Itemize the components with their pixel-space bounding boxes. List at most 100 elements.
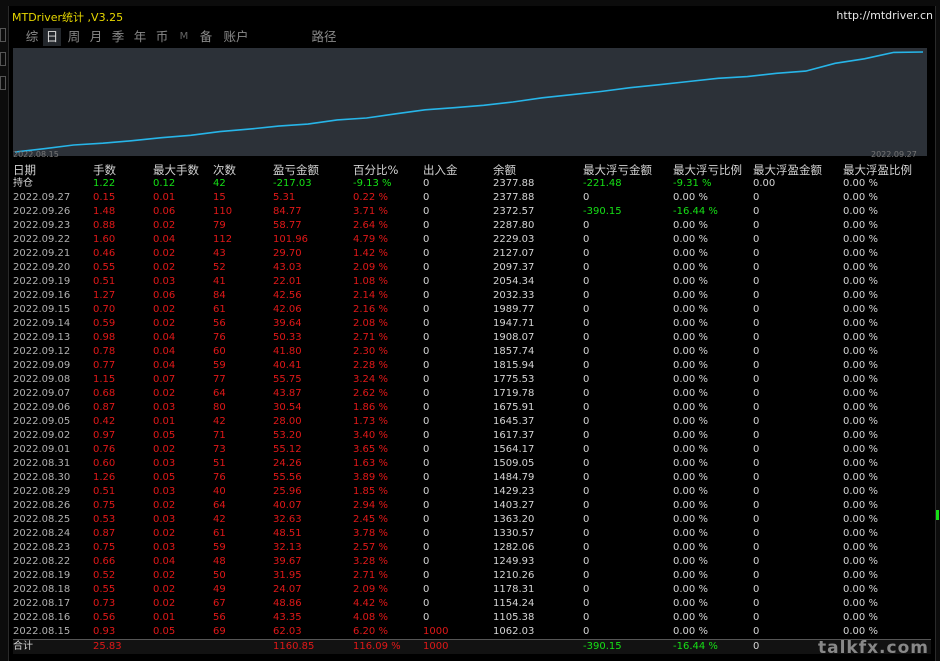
table-row: 2022.08.24 0.87 0.02 61 48.51 3.78 % 0 1330.57 0…: [13, 527, 931, 541]
cell-max-float-loss-pct: 0.00 %: [673, 374, 708, 385]
cell-max-float-profit: 0: [753, 626, 760, 637]
cell-pnl: 58.77: [273, 220, 302, 231]
cell-balance: 1908.07: [493, 332, 535, 343]
cell-deposit: 0: [423, 500, 430, 511]
website-link[interactable]: http://mtdriver.cn: [836, 9, 933, 22]
cell-balance: 1564.17: [493, 444, 535, 455]
cell-count: 49: [213, 584, 226, 595]
cell-date: 2022.08.29: [13, 486, 71, 497]
table-header-row: 日期 手数 最大手数 次数 盈亏金额 百分比% 出入金 余额 最大浮亏金额 最大浮亏比例 最大浮盈金…: [13, 163, 931, 177]
cell-percent: 百分比%: [353, 163, 399, 177]
cell-date: 2022.08.26: [13, 500, 71, 511]
cell-date: 2022.08.22: [13, 556, 71, 567]
cell-percent: 2.71 %: [353, 332, 388, 343]
cell-deposit: 0: [423, 332, 430, 343]
cell-pnl: 42.56: [273, 290, 302, 301]
cell-percent: 2.08 %: [353, 318, 388, 329]
cell-date: 2022.09.12: [13, 346, 71, 357]
cell-max-float-loss-pct: 0.00 %: [673, 290, 708, 301]
cell-percent: 1.08 %: [353, 276, 388, 287]
cell-date: 2022.08.25: [13, 514, 71, 525]
cell-deposit: 0: [423, 262, 430, 273]
equity-line: [14, 51, 924, 153]
cell-max-float-profit: 0: [753, 472, 760, 483]
tab-5[interactable]: 年: [131, 28, 149, 46]
cell-deposit: 0: [423, 570, 430, 581]
cell-max-float-profit: 0: [753, 416, 760, 427]
cell-max-float-loss: 0: [583, 444, 590, 455]
cell-pnl: 22.01: [273, 276, 302, 287]
tab-7[interactable]: M: [177, 28, 191, 46]
cell-max-float-loss-pct: 0.00 %: [673, 626, 708, 637]
cell-count: 56: [213, 318, 226, 329]
table-row: 2022.08.26 0.75 0.02 64 40.07 2.94 % 0 1403.27 0…: [13, 499, 931, 513]
cell-max-float-loss-pct: 0.00 %: [673, 612, 708, 623]
cell-balance: 1403.27: [493, 500, 535, 511]
tab-3[interactable]: 月: [87, 28, 105, 46]
cell-pnl: 53.20: [273, 430, 302, 441]
cell-count: 67: [213, 598, 226, 609]
cell-percent: 3.28 %: [353, 556, 388, 567]
cell-lots: 0.53: [93, 514, 116, 525]
cell-percent: -9.13 %: [353, 178, 392, 189]
cell-pnl: 32.63: [273, 514, 302, 525]
cell-max-float-profit: 0.00: [753, 178, 776, 189]
cell-max-float-loss: 0: [583, 612, 590, 623]
cell-deposit: 0: [423, 206, 430, 217]
cell-count: 110: [213, 206, 233, 217]
tab-8[interactable]: 备: [197, 28, 215, 46]
tab-9[interactable]: 账户: [221, 28, 251, 46]
tab-4[interactable]: 季: [109, 28, 127, 46]
cell-date: 2022.09.21: [13, 248, 71, 259]
cell-max-float-profit-pct: 0.00 %: [843, 584, 878, 595]
cell-max-float-profit: 0: [753, 234, 760, 245]
cell-pnl: 42.06: [273, 304, 302, 315]
tab-2[interactable]: 周: [65, 28, 83, 46]
cell-max-float-profit-pct: 0.00 %: [843, 318, 878, 329]
cell-max-float-loss-pct: 0.00 %: [673, 248, 708, 259]
tab-10[interactable]: 路径: [309, 28, 339, 46]
cell-lots: 0.51: [93, 276, 116, 287]
cell-max-float-profit: 0: [753, 220, 760, 231]
cell-max-float-profit-pct: 0.00 %: [843, 458, 878, 469]
toolbar-icon[interactable]: [0, 28, 6, 42]
cell-date: 2022.09.01: [13, 444, 71, 455]
cell-date: 2022.09.14: [13, 318, 71, 329]
cell-date: 2022.09.23: [13, 220, 71, 231]
cell-balance: 2032.33: [493, 290, 535, 301]
toolbar-icon[interactable]: [0, 52, 6, 66]
cell-count: 60: [213, 346, 226, 357]
cell-deposit: 0: [423, 556, 430, 567]
cell-lots: 0.98: [93, 332, 116, 343]
cell-balance: 2097.37: [493, 262, 535, 273]
cell-max-float-loss: -221.48: [583, 178, 622, 189]
cell-date: 2022.09.08: [13, 374, 71, 385]
cell-deposit: 0: [423, 514, 430, 525]
cell-lots: 0.68: [93, 388, 116, 399]
cell-max-float-loss: 0: [583, 416, 590, 427]
cell-max-lots: 最大手数: [153, 163, 199, 177]
cell-max-float-profit-pct: 0.00 %: [843, 626, 878, 637]
total-row: 合计 25.83 1160.85 116.09 % 1000 -390.15 -16.44 …: [13, 639, 931, 654]
cell-max-float-profit: 0: [753, 612, 760, 623]
cell-balance: 1719.78: [493, 388, 535, 399]
toolbar-icon[interactable]: [0, 76, 6, 90]
cell-count: 50: [213, 570, 226, 581]
cell-date: 2022.08.17: [13, 598, 71, 609]
cell-max-float-loss: 0: [583, 262, 590, 273]
cell-pnl: 盈亏金额: [273, 163, 319, 177]
cell-max-lots: 0.04: [153, 332, 176, 343]
cell-count: 112: [213, 234, 233, 245]
cell-max-float-loss-pct: -9.31 %: [673, 178, 712, 189]
tab-6[interactable]: 币: [153, 28, 171, 46]
tab-1[interactable]: 日: [43, 28, 61, 46]
cell-deposit: 0: [423, 248, 430, 259]
cell-pnl: 30.54: [273, 402, 302, 413]
cell-pnl: 48.86: [273, 598, 302, 609]
cell-lots: 1.48: [93, 206, 116, 217]
cell-max-lots: 0.06: [153, 290, 176, 301]
cell-balance: 2287.80: [493, 220, 535, 231]
tab-0[interactable]: 综: [23, 28, 41, 46]
cell-lots: 0.78: [93, 346, 116, 357]
cell-percent: 3.65 %: [353, 444, 388, 455]
